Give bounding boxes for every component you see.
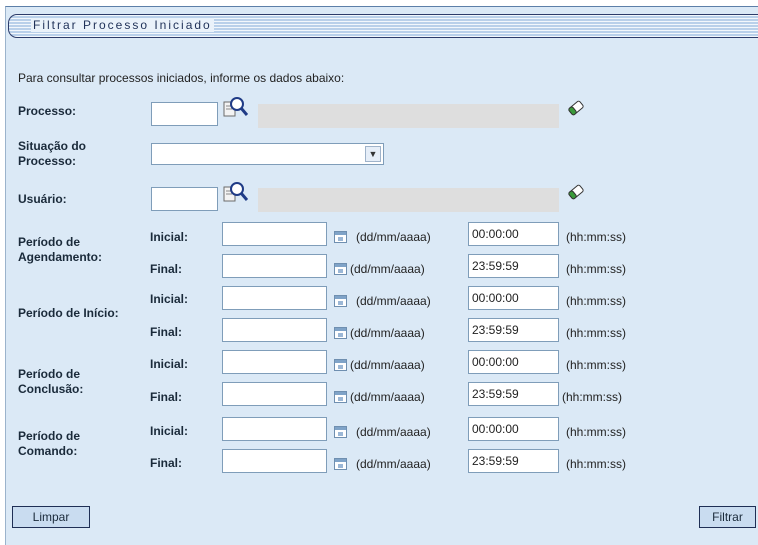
- time-format-hint: (hh:mm:ss): [562, 390, 622, 404]
- calendar-icon[interactable]: [334, 327, 347, 339]
- comando-final-date[interactable]: [222, 449, 327, 473]
- search-usuario-icon[interactable]: [222, 181, 248, 203]
- inicio-inicial-label: Inicial:: [150, 292, 189, 306]
- agendamento-inicial-time[interactable]: [468, 222, 559, 246]
- date-format-hint: (dd/mm/aaaa): [356, 230, 431, 244]
- date-format-hint: (dd/mm/aaaa): [350, 326, 425, 340]
- inicio-final-date[interactable]: [222, 318, 327, 342]
- periodo-inicio-label: Período de Início:: [18, 306, 119, 320]
- calendar-icon[interactable]: [334, 391, 347, 403]
- panel-title: Filtrar Processo Iniciado: [31, 18, 214, 32]
- conclusao-inicial-label: Inicial:: [150, 357, 189, 371]
- conclusao-inicial-date[interactable]: [222, 350, 327, 374]
- calendar-icon[interactable]: [334, 359, 347, 371]
- time-format-hint: (hh:mm:ss): [566, 294, 626, 308]
- agendamento-final-date[interactable]: [222, 254, 327, 278]
- chevron-down-icon[interactable]: ▼: [365, 146, 381, 162]
- usuario-label: Usuário:: [18, 192, 67, 206]
- processo-description-field: [258, 104, 559, 128]
- periodo-conclusao-label: Período de Conclusão:: [18, 367, 84, 396]
- comando-inicial-label: Inicial:: [150, 424, 189, 438]
- situacao-label: Situação do Processo:: [18, 139, 87, 168]
- date-format-hint: (dd/mm/aaaa): [350, 262, 425, 276]
- time-format-hint: (hh:mm:ss): [566, 326, 626, 340]
- comando-final-time[interactable]: [468, 449, 559, 473]
- time-format-hint: (hh:mm:ss): [566, 262, 626, 276]
- time-format-hint: (hh:mm:ss): [566, 425, 626, 439]
- panel-title-bar: Filtrar Processo Iniciado: [8, 14, 758, 38]
- agendamento-final-label: Final:: [150, 262, 182, 276]
- clear-usuario-icon[interactable]: [566, 182, 586, 202]
- filtrar-button[interactable]: Filtrar: [699, 506, 756, 528]
- date-format-hint: (dd/mm/aaaa): [350, 358, 425, 372]
- calendar-icon[interactable]: [334, 263, 347, 275]
- calendar-icon[interactable]: [334, 426, 347, 438]
- agendamento-inicial-label: Inicial:: [150, 230, 189, 244]
- date-format-hint: (dd/mm/aaaa): [356, 294, 431, 308]
- inicio-final-label: Final:: [150, 325, 182, 339]
- usuario-description-field: [258, 188, 559, 212]
- inicio-final-time[interactable]: [468, 318, 559, 342]
- conclusao-final-time[interactable]: [468, 382, 559, 406]
- time-format-hint: (hh:mm:ss): [566, 358, 626, 372]
- clear-processo-icon[interactable]: [566, 98, 586, 118]
- situacao-select[interactable]: ▼: [151, 143, 384, 165]
- processo-label: Processo:: [18, 104, 77, 118]
- agendamento-inicial-date[interactable]: [222, 222, 327, 246]
- calendar-icon[interactable]: [334, 458, 347, 470]
- limpar-button[interactable]: Limpar: [12, 506, 90, 528]
- periodo-agendamento-label: Período de Agendamento:: [18, 235, 102, 264]
- comando-inicial-time[interactable]: [468, 417, 559, 441]
- periodo-comando-label: Período de Comando:: [18, 429, 81, 458]
- calendar-icon[interactable]: [334, 231, 347, 243]
- intro-text: Para consultar processos iniciados, info…: [18, 71, 345, 85]
- processo-code-input[interactable]: [151, 102, 218, 126]
- comando-inicial-date[interactable]: [222, 417, 327, 441]
- time-format-hint: (hh:mm:ss): [566, 230, 626, 244]
- time-format-hint: (hh:mm:ss): [566, 457, 626, 471]
- conclusao-final-label: Final:: [150, 390, 182, 404]
- usuario-code-input[interactable]: [151, 187, 218, 211]
- comando-final-label: Final:: [150, 456, 182, 470]
- conclusao-final-date[interactable]: [222, 382, 327, 406]
- date-format-hint: (dd/mm/aaaa): [356, 425, 431, 439]
- search-processo-icon[interactable]: [222, 96, 248, 118]
- agendamento-final-time[interactable]: [468, 254, 559, 278]
- date-format-hint: (dd/mm/aaaa): [356, 457, 431, 471]
- inicio-inicial-time[interactable]: [468, 286, 559, 310]
- date-format-hint: (dd/mm/aaaa): [350, 390, 425, 404]
- inicio-inicial-date[interactable]: [222, 286, 327, 310]
- conclusao-inicial-time[interactable]: [468, 350, 559, 374]
- calendar-icon[interactable]: [334, 295, 347, 307]
